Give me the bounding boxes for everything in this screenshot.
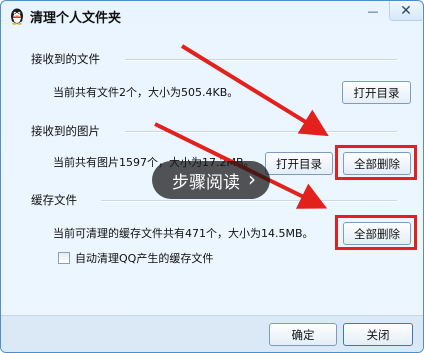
cache-section-title: 缓存文件: [31, 193, 77, 207]
cache-info: 当前可清理的缓存文件共有471个，大小为14.5MB。: [53, 227, 314, 240]
close-window-button[interactable]: ✕: [389, 1, 422, 21]
open-images-directory-label: 打开目录: [276, 156, 322, 171]
section-divider: [125, 131, 397, 133]
qq-penguin-icon: [8, 7, 26, 25]
window-title: 清理个人文件夹: [30, 11, 122, 26]
title-bar[interactable]: 清理个人文件夹 — ✕: [1, 1, 423, 33]
open-files-directory-button[interactable]: 打开目录: [342, 81, 411, 104]
received-images-section-title: 接收到的图片: [31, 124, 100, 138]
auto-clean-checkbox[interactable]: [58, 252, 70, 264]
ok-label: 确定: [291, 327, 315, 342]
minimize-icon: —: [367, 4, 379, 18]
chevron-right-icon: ›: [248, 167, 256, 191]
close-button[interactable]: 关闭: [343, 323, 413, 346]
minimize-button[interactable]: —: [358, 1, 388, 21]
ok-button[interactable]: 确定: [269, 323, 337, 346]
section-divider: [101, 200, 397, 202]
delete-images-highlight: [335, 145, 417, 180]
open-files-directory-label: 打开目录: [353, 85, 400, 100]
open-images-directory-button[interactable]: 打开目录: [265, 152, 333, 175]
received-files-info: 当前共有文件2个，大小为505.4KB。: [53, 86, 239, 99]
close-icon: ✕: [400, 2, 412, 19]
step-reading-label: 步骤阅读: [172, 172, 240, 193]
close-label: 关闭: [366, 327, 390, 342]
step-reading-overlay[interactable]: 步骤阅读 ›: [152, 161, 270, 199]
received-files-section-title: 接收到的文件: [31, 52, 100, 66]
delete-cache-highlight: [335, 215, 417, 250]
section-divider: [125, 59, 397, 61]
auto-clean-label[interactable]: 自动清理QQ产生的缓存文件: [75, 250, 213, 266]
